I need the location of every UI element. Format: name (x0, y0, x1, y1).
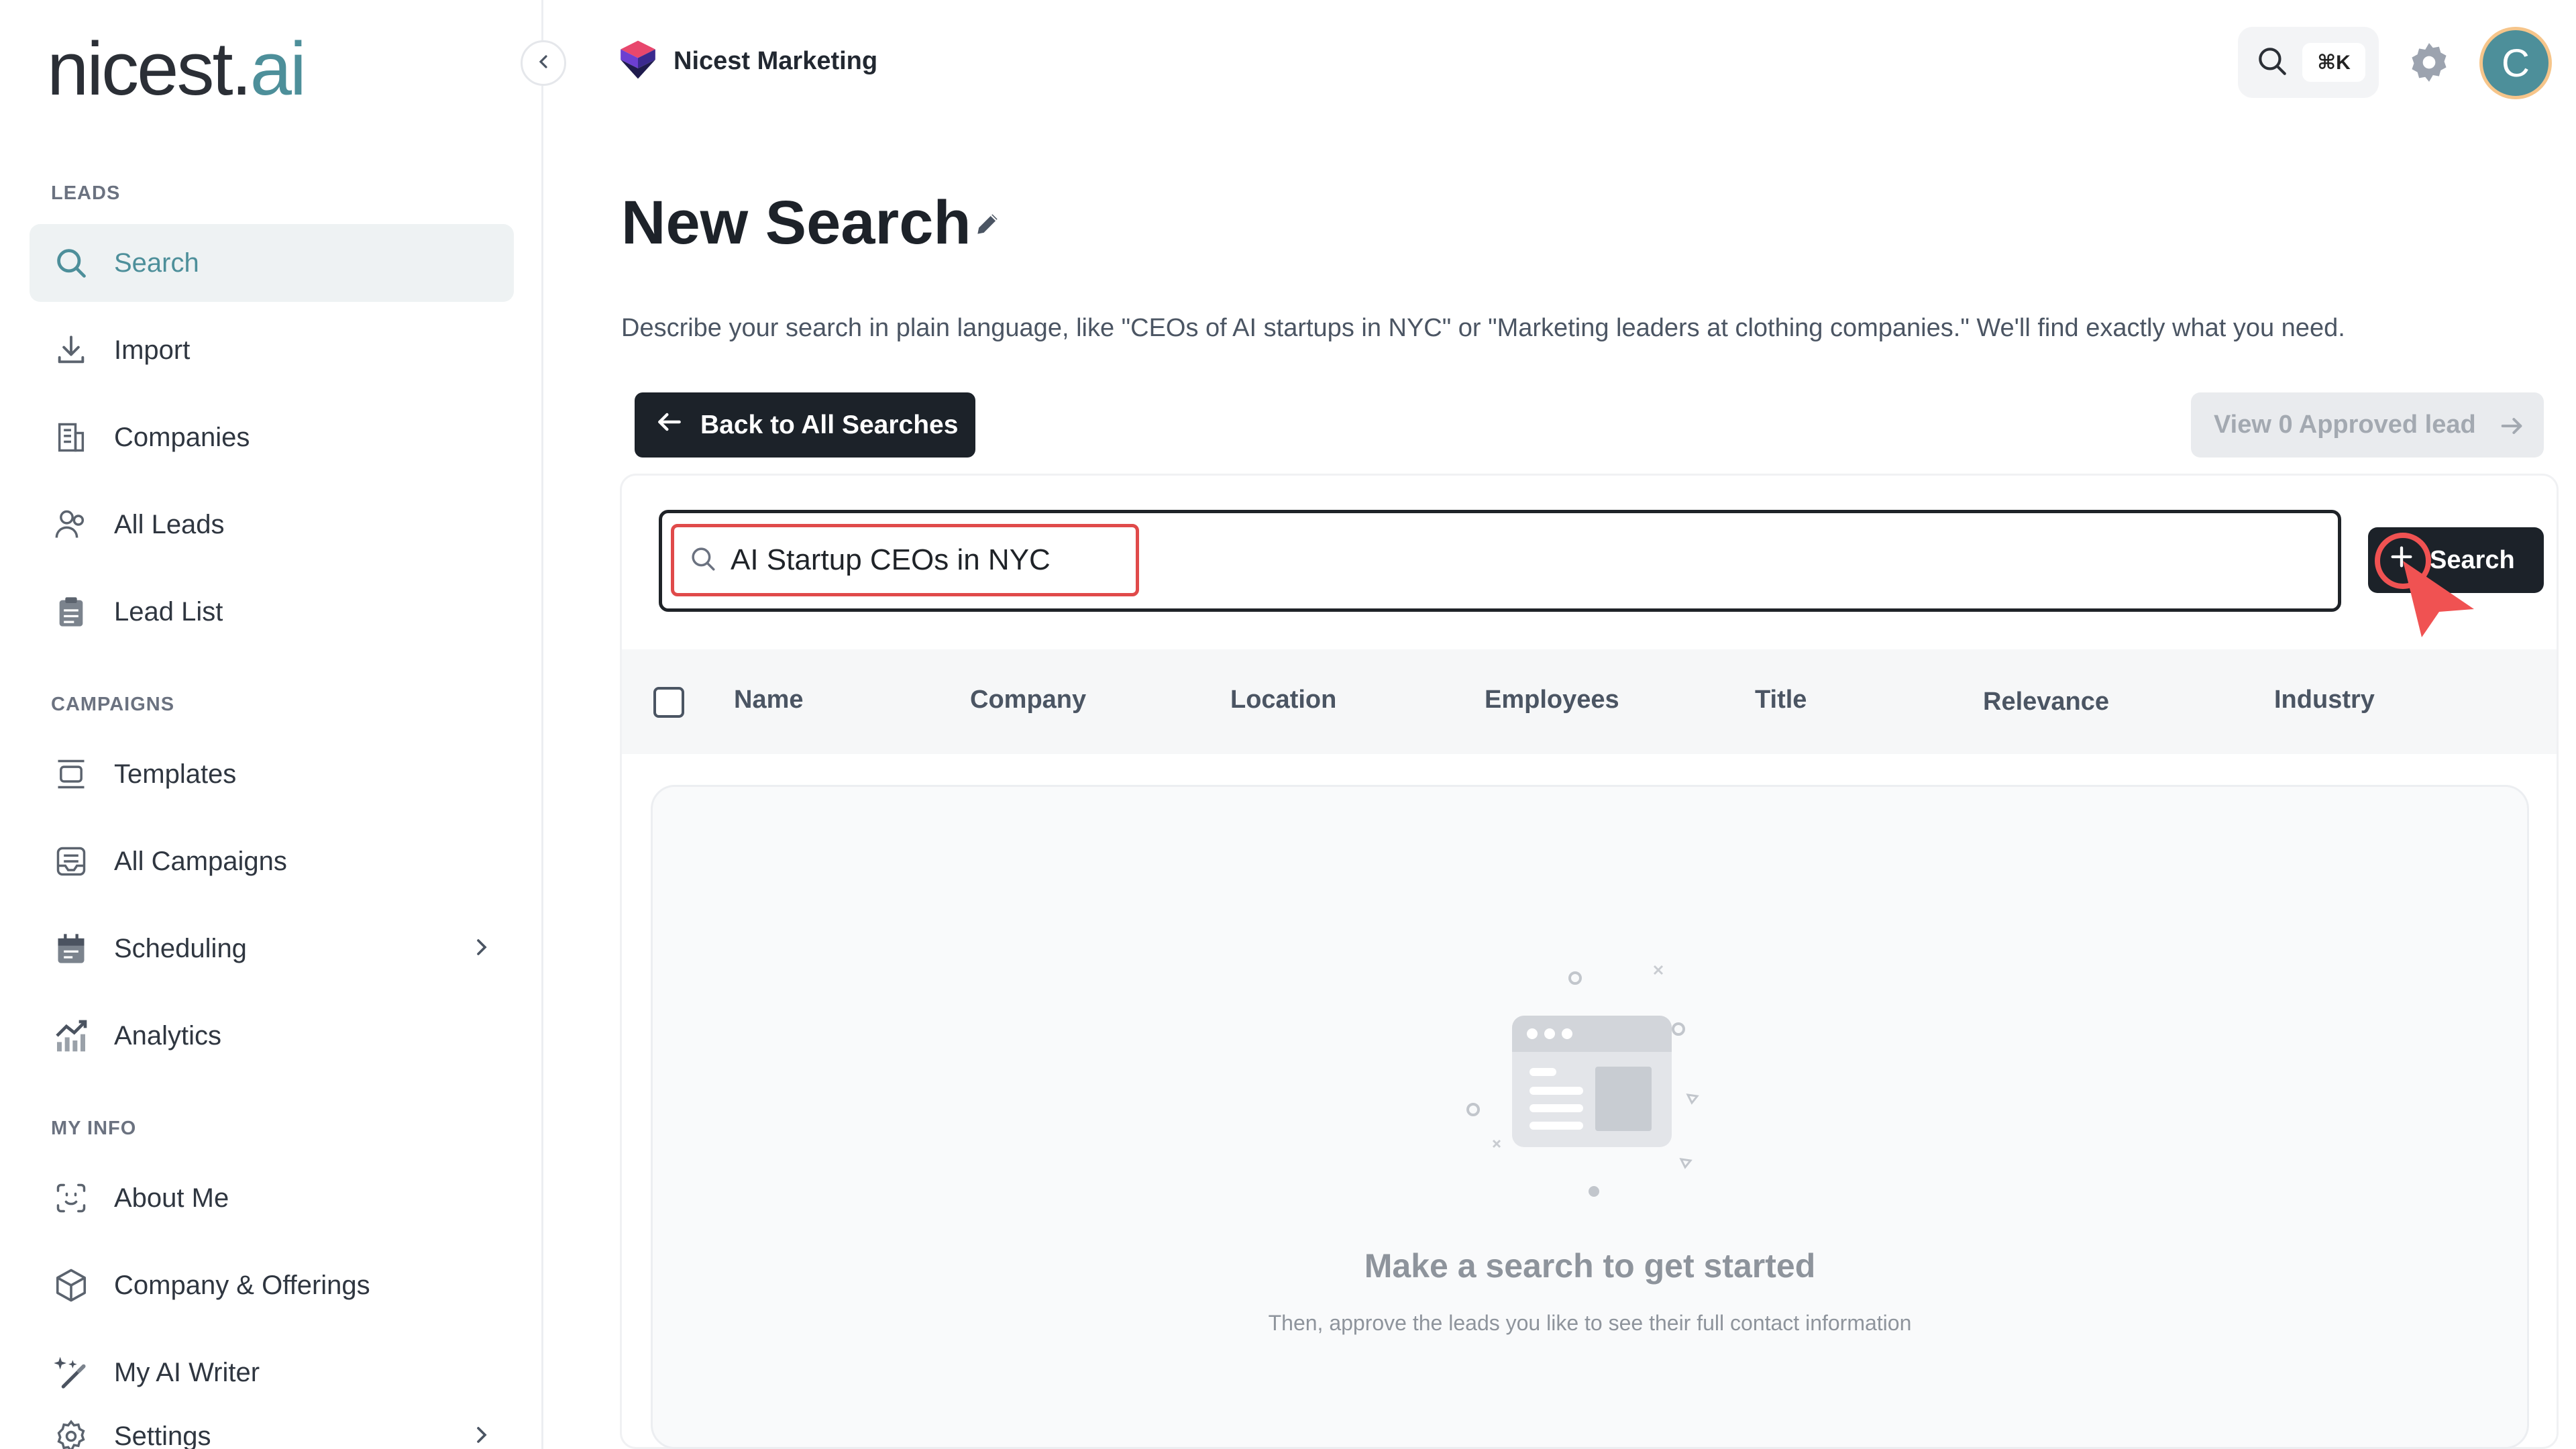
smile-icon (51, 1178, 91, 1218)
sidebar-item-label: Companies (114, 422, 250, 452)
sparkle-icon (51, 1352, 91, 1393)
column-header-name[interactable]: Name (734, 686, 804, 714)
building-icon (51, 417, 91, 458)
sidebar-item-all-leads[interactable]: All Leads (30, 486, 514, 564)
sidebar-item-label: About Me (114, 1183, 229, 1213)
sidebar-item-search[interactable]: Search (30, 224, 514, 302)
settings-gear-button[interactable] (2407, 40, 2451, 85)
chevron-right-icon[interactable] (468, 1421, 495, 1449)
sidebar-item-label: Lead List (114, 596, 223, 627)
logo-main: nicest. (47, 27, 252, 111)
sidebar-item-about-me[interactable]: About Me (30, 1159, 514, 1237)
search-button-label: Search (2430, 545, 2515, 574)
app-root: nicest.ai LEADS Search Import Companies (0, 0, 2576, 1449)
sidebar-item-templates[interactable]: Templates (30, 735, 514, 813)
workspace-switcher[interactable]: Nicest Marketing (617, 39, 877, 84)
page-title: New Search (621, 189, 971, 257)
sidebar-item-import[interactable]: Import (30, 311, 514, 389)
workspace-logo-icon (617, 39, 659, 84)
sidebar-item-scheduling[interactable]: Scheduling (30, 910, 514, 987)
select-all-checkbox[interactable] (653, 687, 684, 718)
clipboard-icon (51, 592, 91, 632)
sidebar-item-all-campaigns[interactable]: All Campaigns (30, 822, 514, 900)
user-avatar[interactable]: C (2479, 27, 2552, 99)
search-icon (2255, 44, 2289, 81)
search-icon (51, 243, 91, 283)
search-icon (689, 545, 717, 576)
download-icon (51, 330, 91, 370)
section-label-my-info: MY INFO (51, 1118, 137, 1139)
sidebar-item-label: Analytics (114, 1020, 222, 1051)
inbox-icon (51, 841, 91, 881)
search-query-value: AI Startup CEOs in NYC (731, 543, 1051, 576)
keyboard-shortcut-badge: ⌘K (2302, 43, 2365, 82)
column-header-employees[interactable]: Employees (1485, 686, 1619, 714)
sidebar-item-companies[interactable]: Companies (30, 398, 514, 476)
logo[interactable]: nicest.ai (47, 25, 307, 112)
sidebar-item-settings[interactable]: Settings (30, 1397, 514, 1449)
empty-state-subtitle: Then, approve the leads you like to see … (1268, 1311, 1912, 1335)
arrow-right-icon (2498, 413, 2525, 446)
box-icon (51, 1265, 91, 1305)
run-search-button[interactable]: Search (2368, 527, 2544, 593)
arrow-left-icon (655, 407, 684, 443)
workspace-name: Nicest Marketing (674, 47, 878, 75)
column-header-title[interactable]: Title (1755, 686, 1807, 714)
search-query-highlight[interactable]: AI Startup CEOs in NYC (671, 524, 1139, 596)
column-header-industry[interactable]: Industry (2274, 686, 2375, 714)
sidebar-item-label: Templates (114, 759, 237, 789)
sidebar-item-label: My AI Writer (114, 1357, 260, 1387)
gear-icon (51, 1416, 91, 1449)
sidebar-item-analytics[interactable]: Analytics (30, 997, 514, 1075)
users-icon (51, 504, 91, 545)
sidebar-item-label: All Campaigns (114, 846, 287, 876)
sidebar-item-label: All Leads (114, 509, 225, 539)
sidebar-item-company-offerings[interactable]: Company & Offerings (30, 1246, 514, 1324)
collapse-sidebar-button[interactable] (521, 40, 566, 86)
logo-ai: ai (250, 27, 307, 111)
empty-state-title: Make a search to get started (1364, 1247, 1816, 1285)
sidebar-item-label: Search (114, 248, 199, 278)
section-label-leads: LEADS (51, 182, 121, 204)
sidebar-item-label: Company & Offerings (114, 1270, 370, 1300)
back-to-all-searches-button[interactable]: Back to All Searches (635, 392, 975, 458)
edit-title-pencil-icon[interactable] (973, 209, 1002, 242)
back-button-label: Back to All Searches (700, 410, 959, 439)
column-header-relevance[interactable]: Relevance (1983, 688, 2109, 716)
plus-icon (2388, 543, 2415, 577)
sidebar: nicest.ai LEADS Search Import Companies (0, 0, 543, 1449)
chart-icon (51, 1016, 91, 1056)
approved-button-label: View 0 Approved lead (2214, 411, 2476, 439)
sidebar-item-lead-list[interactable]: Lead List (30, 573, 514, 651)
section-label-campaigns: CAMPAIGNS (51, 694, 175, 715)
sidebar-item-label: Import (114, 335, 191, 365)
global-search-button[interactable]: ⌘K (2238, 27, 2379, 98)
page-description: Describe your search in plain language, … (621, 314, 2345, 342)
view-approved-leads-button[interactable]: View 0 Approved lead (2191, 392, 2544, 458)
sidebar-item-label: Scheduling (114, 933, 247, 963)
column-header-location[interactable]: Location (1230, 686, 1336, 714)
gear-icon (2407, 43, 2451, 87)
chevron-left-icon (533, 51, 554, 76)
chevron-right-icon[interactable] (468, 934, 495, 964)
template-icon (51, 754, 91, 794)
sidebar-item-label: Settings (114, 1421, 211, 1449)
column-header-company[interactable]: Company (970, 686, 1086, 714)
empty-browser-illustration-icon (1462, 958, 1717, 1216)
calendar-icon (51, 928, 91, 969)
